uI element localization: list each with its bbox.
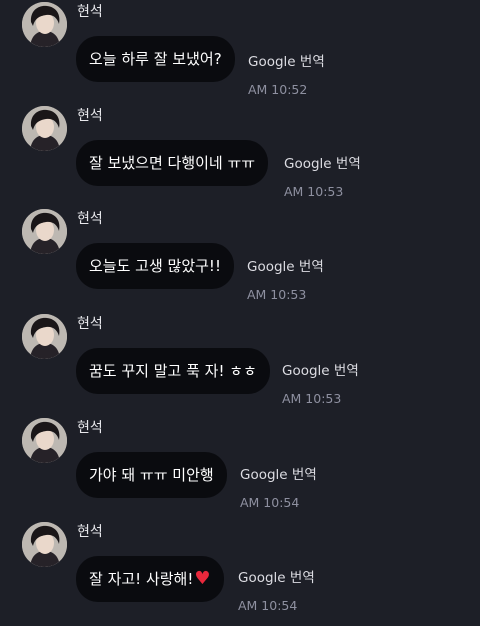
avatar[interactable]	[22, 106, 67, 151]
message-text: 잘 자고! 사랑해!	[89, 570, 194, 588]
google-translate-link[interactable]: Google 번역	[282, 362, 359, 380]
message-timestamp: AM 10:53	[284, 184, 344, 199]
message-bubble[interactable]: 오늘 하루 잘 보냈어?	[76, 36, 235, 82]
chat-message: 현석 잘 보냈으면 다행이네 ㅠㅠ Google 번역 AM 10:53	[0, 106, 480, 210]
avatar-photo-icon	[22, 522, 67, 567]
avatar[interactable]	[22, 2, 67, 47]
chat-message: 현석 꿈도 꾸지 말고 푹 자! ㅎㅎ Google 번역 AM 10:53	[0, 314, 480, 418]
avatar[interactable]	[22, 209, 67, 254]
sender-name: 현석	[77, 316, 103, 332]
chat-message: 현석 잘 자고! 사랑해!♥ Google 번역 AM 10:54	[0, 522, 480, 626]
avatar[interactable]	[22, 522, 67, 567]
message-bubble[interactable]: 가야 돼 ㅠㅠ 미안행	[76, 452, 227, 498]
message-timestamp: AM 10:53	[282, 391, 342, 406]
avatar-photo-icon	[22, 2, 67, 47]
google-translate-link[interactable]: Google 번역	[238, 569, 315, 587]
google-translate-link[interactable]: Google 번역	[284, 155, 361, 173]
google-translate-link[interactable]: Google 번역	[247, 258, 324, 276]
red-heart-icon: ♥	[194, 568, 211, 589]
message-timestamp: AM 10:53	[247, 287, 307, 302]
avatar[interactable]	[22, 418, 67, 463]
google-translate-link[interactable]: Google 번역	[248, 53, 325, 71]
chat-message: 현석 오늘도 고생 많았구!! Google 번역 AM 10:53	[0, 209, 480, 313]
message-bubble[interactable]: 꿈도 꾸지 말고 푹 자! ㅎㅎ	[76, 348, 270, 394]
message-timestamp: AM 10:54	[238, 598, 298, 613]
sender-name: 현석	[77, 211, 103, 227]
sender-name: 현석	[77, 108, 103, 124]
chat-thread[interactable]: 현석 오늘 하루 잘 보냈어? Google 번역 AM 10:52 현석 잘 …	[0, 0, 480, 616]
message-timestamp: AM 10:54	[240, 495, 300, 510]
avatar-photo-icon	[22, 209, 67, 254]
message-bubble[interactable]: 오늘도 고생 많았구!!	[76, 243, 234, 289]
chat-message: 현석 가야 돼 ㅠㅠ 미안행 Google 번역 AM 10:54	[0, 418, 480, 522]
google-translate-link[interactable]: Google 번역	[240, 466, 317, 484]
sender-name: 현석	[77, 524, 103, 540]
sender-name: 현석	[77, 4, 103, 20]
sender-name: 현석	[77, 420, 103, 436]
chat-message: 현석 오늘 하루 잘 보냈어? Google 번역 AM 10:52	[0, 2, 480, 106]
message-bubble[interactable]: 잘 보냈으면 다행이네 ㅠㅠ	[76, 140, 269, 186]
avatar-photo-icon	[22, 418, 67, 463]
avatar-photo-icon	[22, 106, 67, 151]
message-bubble[interactable]: 잘 자고! 사랑해!♥	[76, 556, 224, 602]
avatar[interactable]	[22, 314, 67, 359]
avatar-photo-icon	[22, 314, 67, 359]
message-timestamp: AM 10:52	[248, 82, 308, 97]
